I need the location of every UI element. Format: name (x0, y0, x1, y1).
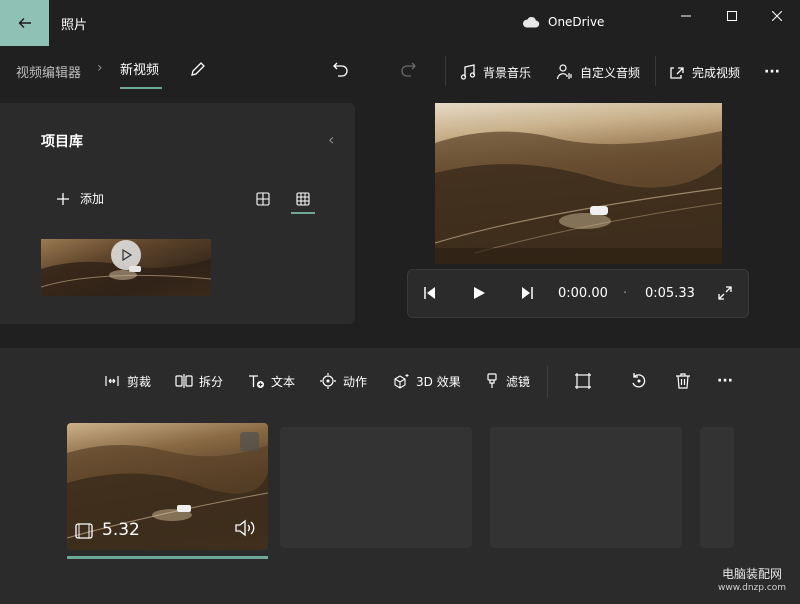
rotate-button[interactable] (630, 371, 648, 391)
selected-clip-indicator (67, 556, 268, 559)
next-frame-button[interactable] (519, 285, 535, 305)
empty-storyboard-slot (280, 427, 472, 548)
pencil-icon (191, 62, 205, 76)
command-separator (445, 56, 446, 86)
thumbnail-play-button[interactable] (111, 240, 141, 270)
finish-video-label: 完成视频 (692, 65, 741, 80)
delete-button[interactable] (674, 371, 692, 391)
maximize-icon (727, 11, 737, 21)
current-time: 0:00.00 (558, 286, 608, 301)
expand-icon (718, 286, 732, 300)
breadcrumb-current-underline (120, 87, 162, 89)
skip-back-icon (424, 287, 435, 299)
background-music-label: 背景音乐 (483, 65, 532, 80)
onedrive-label: OneDrive (548, 15, 605, 29)
trash-icon (676, 373, 690, 389)
custom-audio-label: 自定义音频 (580, 65, 641, 80)
motion-icon (320, 373, 336, 389)
add-media-button[interactable]: 添加 (56, 190, 104, 207)
trim-icon (105, 376, 119, 386)
3d-effects-button[interactable]: 3D 效果 (392, 371, 461, 391)
plus-icon (57, 192, 69, 205)
minimize-icon (681, 15, 691, 17)
redo-icon (401, 62, 416, 77)
resize-button[interactable] (574, 371, 592, 391)
film-frame-icon (75, 523, 93, 543)
background-music-button[interactable]: 背景音乐 (459, 60, 531, 84)
grid-small-icon (296, 192, 310, 206)
minimize-button[interactable] (663, 0, 709, 32)
breadcrumb-separator: › (97, 60, 103, 76)
rename-button[interactable] (189, 60, 207, 82)
library-title: 项目库 (41, 134, 83, 150)
play-button[interactable] (471, 285, 487, 305)
clip-select-checkbox[interactable] (240, 432, 259, 451)
finish-video-button[interactable]: 完成视频 (668, 60, 740, 84)
redo-button[interactable] (399, 60, 417, 82)
previous-frame-button[interactable] (422, 285, 438, 305)
grid-large-icon (256, 192, 270, 206)
selected-view-indicator (291, 212, 315, 214)
site-watermark: 电脑装配网 www.dnzp.com (718, 567, 786, 595)
maximize-button[interactable] (709, 0, 755, 32)
trim-button[interactable]: 剪裁 (103, 371, 151, 391)
music-note-icon (460, 64, 476, 80)
split-button[interactable]: 拆分 (175, 371, 223, 391)
skip-forward-icon (522, 287, 533, 299)
speaker-icon (235, 519, 255, 537)
motion-button[interactable]: 动作 (319, 371, 367, 391)
text-button[interactable]: 文本 (247, 371, 295, 391)
total-time: 0:05.33 (645, 286, 695, 301)
share-icon (670, 67, 684, 79)
add-text-icon (249, 375, 264, 388)
app-title: 照片 (61, 18, 88, 33)
person-audio-icon (556, 64, 572, 80)
split-icon (175, 374, 193, 388)
cloud-icon (522, 16, 540, 28)
arrow-left-icon (18, 18, 31, 28)
filters-label: 滤镜 (506, 374, 531, 389)
cube-sparkle-icon (394, 374, 409, 389)
motion-label: 动作 (343, 374, 368, 389)
play-icon (474, 287, 485, 299)
toolbar-separator (547, 366, 548, 398)
more-tools-button[interactable]: ··· (717, 371, 733, 391)
split-label: 拆分 (199, 374, 224, 389)
crop-frame-icon (575, 373, 591, 389)
more-commands-button[interactable]: ··· (764, 60, 780, 84)
breadcrumb-root[interactable]: 视频编辑器 (16, 62, 81, 81)
text-label: 文本 (271, 374, 296, 389)
command-separator (655, 56, 656, 86)
filter-brush-icon (487, 373, 497, 388)
time-divider: · (623, 286, 628, 301)
undo-button[interactable] (332, 60, 350, 82)
back-button[interactable] (0, 0, 49, 46)
watermark-title: 电脑装配网 (722, 567, 783, 581)
trim-label: 剪裁 (127, 374, 152, 389)
empty-storyboard-slot (700, 427, 734, 548)
small-grid-view-button[interactable] (290, 187, 316, 211)
clip-duration: 5.32 (102, 520, 140, 540)
breadcrumb-current: 新视频 (120, 63, 160, 78)
collapse-library-button[interactable]: ‹ (328, 130, 334, 149)
rotate-icon (632, 373, 646, 388)
undo-icon (333, 62, 348, 77)
watermark-url: www.dnzp.com (718, 583, 787, 593)
3d-effects-label: 3D 效果 (416, 374, 461, 389)
desert-preview-image (435, 131, 722, 264)
add-media-label: 添加 (80, 192, 105, 206)
video-preview (435, 103, 722, 264)
empty-storyboard-slot (490, 427, 682, 548)
play-circle-icon (122, 248, 133, 262)
filters-button[interactable]: 滤镜 (484, 371, 530, 391)
onedrive-status[interactable]: OneDrive (522, 15, 604, 29)
fullscreen-button[interactable] (717, 285, 733, 305)
close-icon (772, 11, 782, 21)
clip-volume-button[interactable] (234, 519, 256, 541)
close-button[interactable] (754, 0, 800, 32)
large-grid-view-button[interactable] (250, 187, 276, 211)
custom-audio-button[interactable]: 自定义音频 (556, 60, 640, 84)
